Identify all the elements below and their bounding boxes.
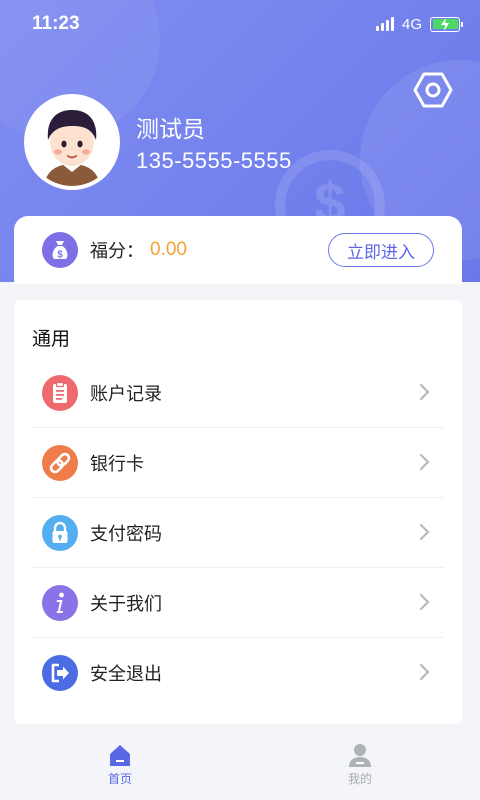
signal-icon <box>375 17 394 31</box>
home-icon <box>110 745 130 766</box>
menu-list: 账户记录 银行卡 支付密码 关于我们 安全退出 <box>32 358 444 708</box>
avatar[interactable] <box>24 94 120 190</box>
points-card: $ 福分： 0.00 立即进入 <box>14 216 462 284</box>
user-icon <box>349 744 371 767</box>
svg-text:$: $ <box>57 250 63 261</box>
tab-home[interactable]: 首页 <box>0 736 240 800</box>
bottom-tab-bar: 首页 我的 <box>0 736 480 800</box>
menu-item-bank-card[interactable]: 银行卡 <box>32 428 444 498</box>
section-title: 通用 <box>32 328 71 350</box>
menu-item-payment-password[interactable]: 支付密码 <box>32 498 444 568</box>
chevron-right-icon <box>419 593 430 611</box>
battery-icon <box>430 16 463 32</box>
info-icon <box>42 584 78 621</box>
menu-item-label: 关于我们 <box>90 593 162 615</box>
logout-icon <box>42 655 78 691</box>
chevron-right-icon <box>419 453 430 471</box>
tab-label: 首页 <box>107 772 132 786</box>
menu-item-account-records[interactable]: 账户记录 <box>32 358 444 428</box>
avatar-boy-icon <box>28 98 116 186</box>
menu-item-about-us[interactable]: 关于我们 <box>32 568 444 638</box>
chevron-right-icon <box>419 383 430 401</box>
menu-item-label: 银行卡 <box>90 453 144 475</box>
menu-item-label: 安全退出 <box>90 664 162 685</box>
chevron-right-icon <box>419 523 430 541</box>
user-name: 测试员 <box>136 117 205 143</box>
chevron-right-icon <box>419 663 430 681</box>
money-bag-icon: $ <box>42 232 78 268</box>
user-phone: 135-5555-5555 <box>136 148 292 173</box>
menu-item-label: 账户记录 <box>90 383 162 405</box>
enter-now-button[interactable]: 立即进入 <box>328 233 434 267</box>
points-label: 福分： <box>90 241 144 262</box>
points-value: 0.00 <box>150 239 187 260</box>
tab-label: 我的 <box>347 772 372 786</box>
status-time: 11:23 <box>32 13 80 34</box>
settings-icon[interactable] <box>413 70 453 110</box>
network-type: 4G <box>401 15 422 33</box>
link-icon <box>42 444 78 481</box>
clipboard-icon <box>42 374 78 411</box>
menu-item-logout[interactable]: 安全退出 <box>32 638 444 708</box>
general-menu-card: 通用 账户记录 银行卡 支付密码 关于我们 安全退出 <box>14 300 462 724</box>
tab-mine[interactable]: 我的 <box>240 736 480 800</box>
lock-icon <box>42 514 78 551</box>
status-bar: 11:23 4G <box>0 0 480 48</box>
menu-item-label: 支付密码 <box>90 523 162 545</box>
